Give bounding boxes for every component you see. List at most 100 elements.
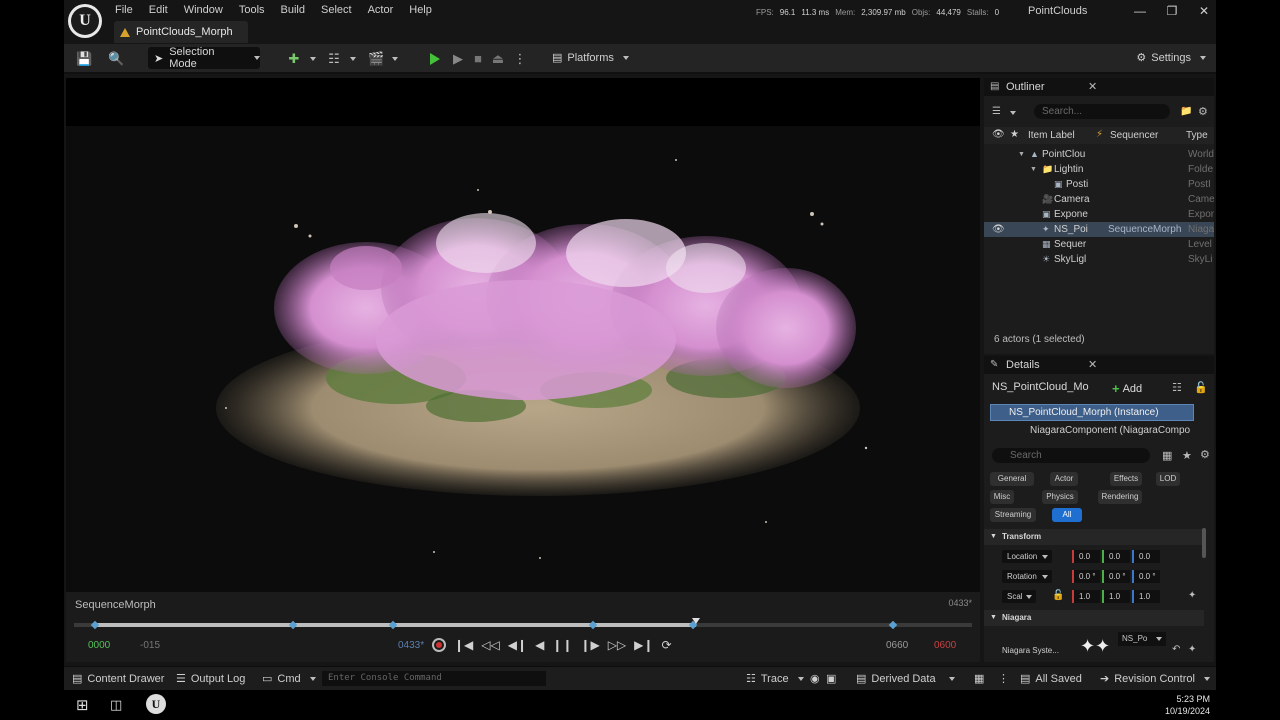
close-icon[interactable]: ✕ xyxy=(1088,358,1097,371)
lock-icon[interactable]: 🔓 xyxy=(1194,381,1208,394)
filter-general[interactable]: General xyxy=(990,472,1034,486)
filter-misc[interactable]: Misc xyxy=(990,490,1014,504)
menu-help[interactable]: Help xyxy=(402,2,441,18)
outliner-search-input[interactable]: Search... xyxy=(1034,104,1170,119)
gear-icon[interactable]: ⚙ xyxy=(1200,448,1210,461)
restore-icon[interactable]: ❐ xyxy=(1166,4,1178,18)
keyframe-marker[interactable] xyxy=(888,620,898,630)
chevron-down-icon[interactable] xyxy=(392,57,398,61)
jump-start-icon[interactable]: ❙◀ xyxy=(454,638,473,652)
table-view-icon[interactable]: ▦ xyxy=(1162,449,1172,462)
menu-select[interactable]: Select xyxy=(314,2,361,18)
playhead-icon[interactable] xyxy=(692,618,701,624)
add-component-button[interactable]: + Add xyxy=(1112,381,1142,396)
rotation-y-input[interactable]: 0.0 ° xyxy=(1102,570,1130,583)
settings-dropdown[interactable]: ⚙ Settings xyxy=(1136,51,1206,64)
visibility-icon[interactable]: 👁 xyxy=(992,222,1005,237)
visibility-icon[interactable]: 👁 xyxy=(992,129,1005,140)
next-frame-icon[interactable]: ❙▶ xyxy=(580,638,599,652)
console-command-input[interactable]: Enter Console Command xyxy=(322,671,546,686)
scale-y-input[interactable]: 1.0 xyxy=(1102,590,1130,603)
cmd-dropdown[interactable]: ▭ Cmd xyxy=(262,672,316,685)
filter-rendering[interactable]: Rendering xyxy=(1098,490,1142,504)
menu-build[interactable]: Build xyxy=(274,2,314,18)
unreal-taskbar-icon[interactable]: U xyxy=(146,694,166,714)
trace-dropdown[interactable]: ☷ Trace xyxy=(746,672,804,685)
filter-streaming[interactable]: Streaming xyxy=(990,508,1036,522)
screenshot-icon[interactable]: ▣ xyxy=(826,672,836,685)
location-x-input[interactable]: 0.0 xyxy=(1072,550,1100,563)
niagara-category[interactable]: ▼ Niagara xyxy=(984,610,1204,626)
details-search-input[interactable]: Search xyxy=(992,448,1150,463)
selection-mode-dropdown[interactable]: ➤ Selection Mode xyxy=(148,46,260,70)
reverse-icon[interactable]: ◀ xyxy=(535,638,544,652)
current-timecode[interactable]: 0433* xyxy=(398,640,424,651)
play-icon[interactable] xyxy=(430,53,440,65)
outliner-row[interactable]: 👁 ✦ NS_Poi SequenceMorph Niaga xyxy=(984,222,1214,237)
scale-dropdown[interactable]: Scal xyxy=(1002,590,1036,603)
filter-physics[interactable]: Physics xyxy=(1042,490,1078,504)
all-saved-button[interactable]: ▤ All Saved xyxy=(1020,672,1082,686)
step-icon[interactable]: ▶ xyxy=(450,51,466,67)
platforms-dropdown[interactable]: ▤ Platforms xyxy=(552,51,629,64)
more-options-icon[interactable]: ⋮ xyxy=(998,672,1009,685)
level-viewport[interactable] xyxy=(66,78,980,592)
filter-actor[interactable]: Actor xyxy=(1050,472,1078,486)
close-icon[interactable]: ✕ xyxy=(1088,80,1097,93)
add-folder-icon[interactable]: 📁 xyxy=(1180,106,1192,117)
niagara-system-thumbnail-icon[interactable]: ✦✦ xyxy=(1080,632,1110,660)
filter-effects[interactable]: Effects xyxy=(1110,472,1142,486)
add-content-icon[interactable]: ✚ xyxy=(286,51,302,67)
record-icon[interactable] xyxy=(432,638,446,652)
favorite-icon[interactable]: ★ xyxy=(1182,449,1192,462)
reset-icon[interactable]: ✦ xyxy=(1188,644,1196,655)
menu-actor[interactable]: Actor xyxy=(361,2,403,18)
lock-icon[interactable]: 🔓 xyxy=(1052,590,1064,601)
derived-data-dropdown[interactable]: ▤ Derived Data xyxy=(856,672,955,685)
source-control-icon[interactable]: ▦ xyxy=(974,672,984,685)
column-sequencer[interactable]: Sequencer xyxy=(1110,130,1158,141)
niagara-asset-dropdown[interactable]: NS_Po xyxy=(1118,632,1166,646)
filter-lod[interactable]: LOD xyxy=(1156,472,1180,486)
unreal-logo-icon[interactable]: U xyxy=(68,4,102,38)
chevron-down-icon[interactable] xyxy=(350,57,356,61)
transform-category[interactable]: ▼ Transform xyxy=(984,529,1204,545)
outliner-tab[interactable]: ▤ Outliner ✕ xyxy=(984,78,1214,96)
location-dropdown[interactable]: Location xyxy=(1002,550,1052,563)
close-window-icon[interactable]: ✕ xyxy=(1198,4,1210,18)
more-options-icon[interactable]: ⋮ xyxy=(512,51,528,67)
outliner-row[interactable]: ▼ 📁 Lightin Folde xyxy=(984,162,1214,177)
location-y-input[interactable]: 0.0 xyxy=(1102,550,1130,563)
timeline-scrubber[interactable] xyxy=(74,620,972,630)
scale-x-input[interactable]: 1.0 xyxy=(1072,590,1100,603)
outliner-row[interactable]: 🎥 Camera Came xyxy=(984,192,1214,207)
system-clock[interactable]: 5:23 PM 10/19/2024 xyxy=(1165,693,1210,717)
revert-icon[interactable]: ↶ xyxy=(1172,644,1180,655)
revision-control-dropdown[interactable]: ➔ Revision Control xyxy=(1100,672,1210,685)
chevron-down-icon[interactable] xyxy=(310,57,316,61)
content-drawer-button[interactable]: ▤ Content Drawer xyxy=(72,672,164,686)
output-log-button[interactable]: ☰ Output Log xyxy=(176,672,245,686)
outliner-row[interactable]: ▼ ▲ PointClou World xyxy=(984,147,1214,162)
postroll-timecode[interactable]: 0600 xyxy=(934,640,956,651)
scale-z-input[interactable]: 1.0 xyxy=(1132,590,1160,603)
preroll-timecode[interactable]: -015 xyxy=(140,640,160,651)
next-key-icon[interactable]: ▷▷ xyxy=(608,638,626,652)
filter-icon[interactable]: ☰ xyxy=(992,106,1001,117)
outliner-row[interactable]: ☀ SkyLigl SkyLi xyxy=(984,252,1214,267)
blueprint-icon[interactable]: ☷ xyxy=(1172,381,1182,394)
menu-file[interactable]: File xyxy=(108,2,142,18)
level-tab[interactable]: PointClouds_Morph xyxy=(114,21,248,43)
windows-start-icon[interactable]: ⊞ xyxy=(76,696,89,714)
outliner-row[interactable]: ▣ Expone Expon xyxy=(984,207,1214,222)
details-tab[interactable]: ✎ Details ✕ xyxy=(984,356,1214,374)
pause-icon[interactable]: ❙❙ xyxy=(552,638,572,652)
prev-key-icon[interactable]: ◁◁ xyxy=(481,638,499,652)
task-view-icon[interactable]: ◫ xyxy=(110,697,122,713)
column-type[interactable]: Type xyxy=(1186,130,1208,141)
start-timecode[interactable]: 0000 xyxy=(88,640,110,651)
menu-tools[interactable]: Tools xyxy=(232,2,274,18)
browse-icon[interactable]: 🔍 xyxy=(108,51,124,67)
end-timecode[interactable]: 0660 xyxy=(886,640,908,651)
minimize-icon[interactable]: — xyxy=(1134,4,1146,18)
